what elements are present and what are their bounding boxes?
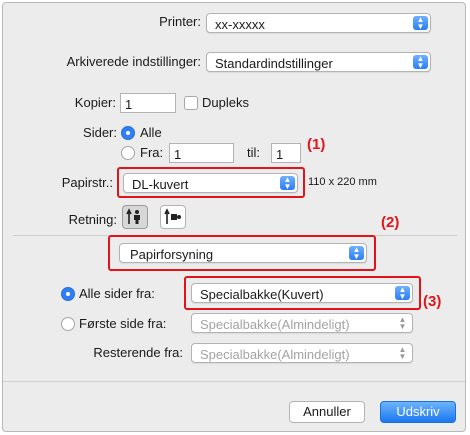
callout-2: (2)	[381, 214, 400, 231]
all-pages-from-label: Alle sider fra:	[79, 286, 155, 301]
orientation-label: Retning:	[68, 212, 117, 227]
printer-label: Printer:	[159, 14, 201, 29]
pages-to-value: 1	[276, 147, 284, 162]
presets-select[interactable]: Standardindstillinger ▲ ▼	[206, 52, 431, 72]
pages-all-radio[interactable]	[121, 126, 135, 140]
callout-3: (3)	[423, 293, 442, 310]
copies-input[interactable]: 1	[120, 93, 176, 113]
chevron-updown-icon: ▲ ▼	[413, 16, 428, 31]
paper-dimensions: 110 x 220 mm	[308, 176, 377, 188]
presets-value: Standardindstillinger	[215, 56, 333, 71]
remaining-from-label: Resterende fra:	[93, 345, 183, 360]
printer-select[interactable]: xx-xxxxx ▲ ▼	[206, 13, 431, 33]
callout-1: (1)	[307, 136, 326, 153]
print-button[interactable]: Udskriv	[380, 401, 456, 423]
print-dialog: Printer: xx-xxxxx ▲ ▼ Arkiverede indstill…	[2, 2, 466, 432]
pages-from-input[interactable]: 1	[169, 143, 234, 163]
first-page-from-label: Første side fra:	[79, 316, 167, 331]
presets-label: Arkiverede indstillinger:	[66, 54, 201, 69]
pages-all-label: Alle	[140, 125, 162, 140]
portrait-icon	[126, 208, 140, 224]
highlight-all-pages-from	[184, 276, 421, 310]
paper-size-label: Papirstr.:	[61, 175, 113, 190]
pages-label: Sider:	[83, 125, 117, 140]
copies-value: 1	[125, 97, 133, 112]
duplex-label: Dupleks	[202, 95, 249, 110]
highlight-section	[108, 235, 376, 271]
first-page-from-value: Specialbakke(Almindeligt)	[200, 317, 350, 332]
copies-label: Kopier:	[74, 95, 116, 110]
first-page-from-radio[interactable]	[61, 317, 75, 331]
chevron-updown-icon: ▲ ▼	[398, 345, 407, 361]
printer-value: xx-xxxxx	[215, 17, 265, 32]
landscape-icon	[164, 208, 181, 224]
cancel-button[interactable]: Annuller	[289, 401, 365, 423]
remaining-from-value: Specialbakke(Almindeligt)	[200, 347, 350, 362]
pages-from-label: Fra:	[140, 145, 164, 160]
pages-to-input[interactable]: 1	[271, 143, 301, 163]
footer-separator	[3, 381, 465, 382]
pages-from-value: 1	[174, 147, 182, 162]
orientation-portrait-button[interactable]	[122, 205, 148, 229]
highlight-paper-size	[117, 167, 305, 198]
chevron-updown-icon: ▲ ▼	[413, 55, 428, 70]
pages-from-radio[interactable]	[121, 146, 135, 160]
chevron-updown-icon: ▲ ▼	[398, 315, 407, 331]
duplex-checkbox[interactable]	[184, 96, 198, 110]
first-page-from-select[interactable]: Specialbakke(Almindeligt) ▲ ▼	[191, 313, 413, 333]
remaining-from-select[interactable]: Specialbakke(Almindeligt) ▲ ▼	[191, 343, 413, 363]
all-pages-from-radio[interactable]	[61, 287, 75, 301]
pages-to-label: til:	[247, 145, 260, 160]
orientation-landscape-button[interactable]	[160, 205, 186, 229]
